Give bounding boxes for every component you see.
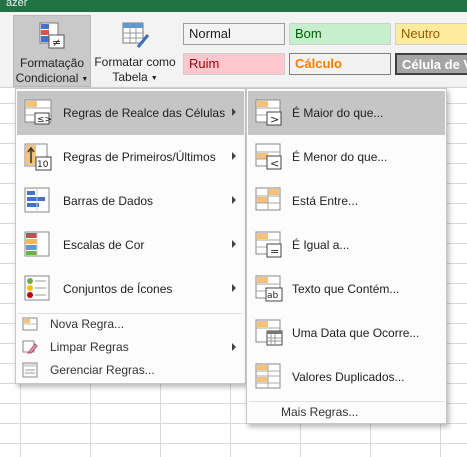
conditional-formatting-menu: ≤> Regras de Realce das Células 10 Regra…	[15, 88, 246, 384]
chevron-down-icon: ▼	[150, 75, 158, 82]
less-than-icon: <	[255, 143, 283, 171]
between-icon	[255, 187, 283, 215]
conditional-formatting-icon: ≠	[37, 22, 67, 50]
submenu-item-label: Uma Data que Ocorre...	[292, 326, 420, 340]
menu-item-highlight-cells-rules[interactable]: ≤> Regras de Realce das Células	[17, 91, 244, 135]
text-contains-icon: ab	[255, 275, 283, 303]
menu-item-label: Nova Regra...	[50, 317, 125, 331]
submenu-item-label: É Menor do que...	[292, 150, 388, 164]
submenu-item-label: É Igual a...	[292, 238, 350, 252]
menu-item-label: Regras de Primeiros/Últimos	[63, 150, 216, 164]
submenu-item-date-occurring[interactable]: Uma Data que Ocorre...	[248, 311, 445, 355]
submenu-item-more-rules[interactable]: Mais Regras...	[248, 401, 445, 423]
manage-rules-icon	[22, 362, 38, 378]
color-scales-icon	[24, 231, 52, 259]
menu-item-color-scales[interactable]: Escalas de Cor	[17, 223, 244, 267]
submenu-item-label: É Maior do que...	[292, 106, 384, 120]
style-neutral[interactable]: Neutro	[395, 23, 467, 45]
title-text: azer	[6, 0, 28, 9]
menu-item-top-bottom-rules[interactable]: 10 Regras de Primeiros/Últimos	[17, 135, 244, 179]
svg-text:=: =	[270, 245, 279, 258]
submenu-item-between[interactable]: Está Entre...	[248, 179, 445, 223]
menu-item-clear-rules[interactable]: Limpar Regras	[17, 336, 244, 358]
format-as-table-label-2: Tabela	[112, 70, 148, 84]
svg-text:10: 10	[37, 160, 49, 170]
submenu-arrow-icon	[232, 196, 236, 204]
menu-item-label: Escalas de Cor	[63, 238, 145, 252]
menu-item-manage-rules[interactable]: Gerenciar Regras...	[17, 359, 244, 381]
submenu-item-less-than[interactable]: < É Menor do que...	[248, 135, 445, 179]
submenu-item-label: Texto que Contém...	[292, 282, 400, 296]
highlight-cells-rules-submenu: > É Maior do que... < É Menor do que...	[246, 88, 447, 424]
menu-item-label: Conjuntos de Ícones	[63, 282, 173, 296]
highlight-cells-icon: ≤>	[24, 99, 52, 127]
conditional-formatting-button[interactable]: ≠ Formatação Condicional ▼	[13, 15, 91, 87]
style-bad[interactable]: Ruim	[183, 53, 285, 75]
style-good[interactable]: Bom	[289, 23, 391, 45]
svg-text:ab: ab	[267, 291, 279, 301]
menu-item-label: Barras de Dados	[63, 194, 154, 208]
top-bottom-icon: 10	[24, 143, 52, 171]
date-occurring-icon	[255, 319, 283, 347]
menu-item-icon-sets[interactable]: Conjuntos de Ícones	[17, 267, 244, 311]
data-bars-icon	[24, 187, 52, 215]
greater-than-icon: >	[255, 99, 283, 127]
svg-text:<: <	[270, 157, 279, 170]
submenu-arrow-icon	[232, 152, 236, 160]
style-normal[interactable]: Normal	[183, 23, 285, 45]
svg-text:>: >	[270, 113, 279, 126]
menu-item-label: Limpar Regras	[50, 340, 129, 354]
submenu-item-duplicate-values[interactable]: Valores Duplicados...	[248, 355, 445, 399]
submenu-item-label: Mais Regras...	[281, 405, 359, 419]
ribbon-styles-group: ≠ Formatação Condicional ▼ Formatar como …	[0, 12, 467, 88]
format-as-table-label-1: Formatar como	[94, 55, 176, 69]
format-as-table-button[interactable]: Formatar como Tabela ▼	[93, 15, 177, 87]
clear-rules-icon	[22, 339, 38, 355]
submenu-item-equal-to[interactable]: = É Igual a...	[248, 223, 445, 267]
submenu-arrow-icon	[232, 343, 236, 351]
new-rule-icon	[22, 316, 38, 332]
style-check-cell[interactable]: Célula de V	[395, 53, 467, 75]
submenu-item-label: Está Entre...	[292, 194, 359, 208]
duplicate-values-icon	[255, 363, 283, 391]
menu-item-label: Regras de Realce das Células	[63, 106, 226, 120]
submenu-arrow-icon	[232, 284, 236, 292]
conditional-formatting-label-2: Condicional	[15, 71, 79, 85]
title-bar: azer	[0, 0, 467, 12]
conditional-formatting-label-1: Formatação	[19, 56, 85, 70]
format-as-table-icon	[120, 21, 150, 49]
svg-text:≠: ≠	[52, 36, 61, 49]
menu-item-data-bars[interactable]: Barras de Dados	[17, 179, 244, 223]
chevron-down-icon: ▼	[81, 76, 89, 83]
submenu-item-greater-than[interactable]: > É Maior do que...	[248, 91, 445, 135]
svg-text:≤>: ≤>	[37, 115, 52, 125]
menu-item-new-rule[interactable]: Nova Regra...	[17, 313, 244, 335]
menu-item-label: Gerenciar Regras...	[50, 363, 155, 377]
submenu-item-text-contains[interactable]: ab Texto que Contém...	[248, 267, 445, 311]
submenu-arrow-icon	[232, 108, 236, 116]
style-calculation[interactable]: Cálculo	[289, 53, 391, 75]
submenu-arrow-icon	[232, 240, 236, 248]
icon-sets-icon	[24, 275, 52, 303]
submenu-item-label: Valores Duplicados...	[292, 370, 405, 384]
equal-to-icon: =	[255, 231, 283, 259]
